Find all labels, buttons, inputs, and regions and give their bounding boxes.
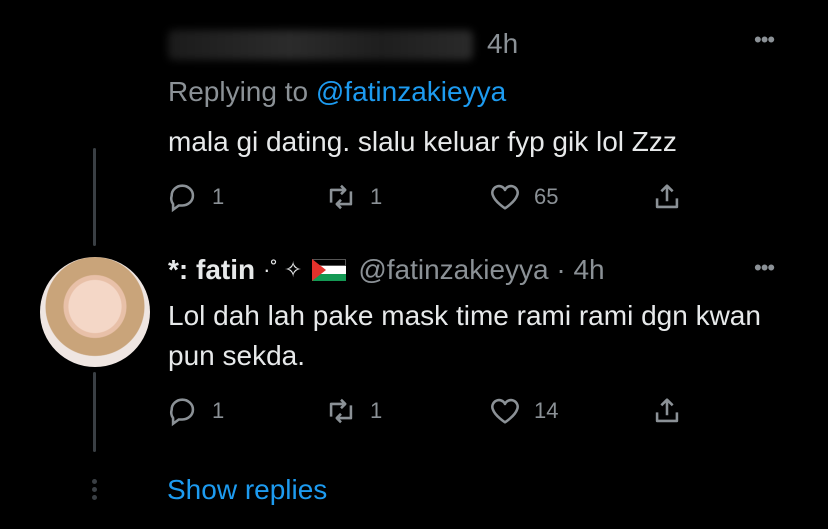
like-icon bbox=[491, 398, 519, 424]
share-icon bbox=[655, 398, 679, 423]
retweet-count: 1 bbox=[370, 184, 383, 209]
more-icon[interactable]: ••• bbox=[754, 255, 775, 281]
more-icon[interactable]: ••• bbox=[754, 27, 775, 53]
retweet-button[interactable]: 1 bbox=[324, 394, 382, 428]
avatar[interactable] bbox=[40, 257, 150, 367]
share-button[interactable] bbox=[650, 394, 684, 428]
like-button[interactable]: 14 bbox=[488, 394, 558, 428]
reply-count: 1 bbox=[212, 398, 225, 423]
tweet-text: mala gi dating. slalu keluar fyp gik lol… bbox=[168, 126, 677, 157]
name-decoration: ·˚ ✧ bbox=[263, 257, 303, 282]
thread-continuation-dots bbox=[90, 476, 98, 503]
reply-icon bbox=[170, 398, 195, 427]
reply-button[interactable]: 1 bbox=[166, 180, 224, 214]
palestine-flag-icon bbox=[312, 259, 347, 281]
retweet-button[interactable]: 1 bbox=[324, 180, 382, 214]
reply-count: 1 bbox=[212, 184, 225, 209]
tweet-time[interactable]: 4h bbox=[487, 28, 518, 60]
share-button[interactable] bbox=[650, 180, 684, 214]
reply-button[interactable]: 1 bbox=[166, 394, 224, 428]
replying-prefix: Replying to bbox=[168, 76, 309, 107]
reply-icon bbox=[170, 184, 195, 213]
tweet-actions: 1 1 65 bbox=[166, 180, 726, 216]
thread-line bbox=[93, 148, 96, 246]
retweet-count: 1 bbox=[370, 398, 383, 423]
author-handle-time[interactable]: @fatinzakieyya · 4h bbox=[358, 254, 604, 286]
author-name[interactable]: *: fatin bbox=[168, 254, 255, 286]
tweet-text: Lol dah lah pake mask time rami rami dgn… bbox=[168, 300, 761, 371]
replying-handle-link[interactable]: @fatinzakieyya bbox=[316, 76, 506, 107]
share-icon bbox=[655, 184, 679, 209]
thread-line bbox=[93, 372, 96, 452]
blurred-author-name[interactable] bbox=[168, 30, 473, 60]
like-count: 65 bbox=[534, 184, 559, 209]
like-icon bbox=[491, 184, 519, 210]
show-replies-link[interactable]: Show replies bbox=[167, 474, 327, 506]
author-row: *: fatin ·˚ ✧ @fatinzakieyya · 4h bbox=[168, 254, 605, 286]
retweet-icon bbox=[329, 184, 353, 210]
replying-to: Replying to @fatinzakieyya bbox=[168, 76, 506, 108]
retweet-icon bbox=[329, 398, 353, 424]
tweet-actions: 1 1 14 bbox=[166, 394, 726, 430]
like-button[interactable]: 65 bbox=[488, 180, 558, 214]
like-count: 14 bbox=[534, 398, 559, 423]
